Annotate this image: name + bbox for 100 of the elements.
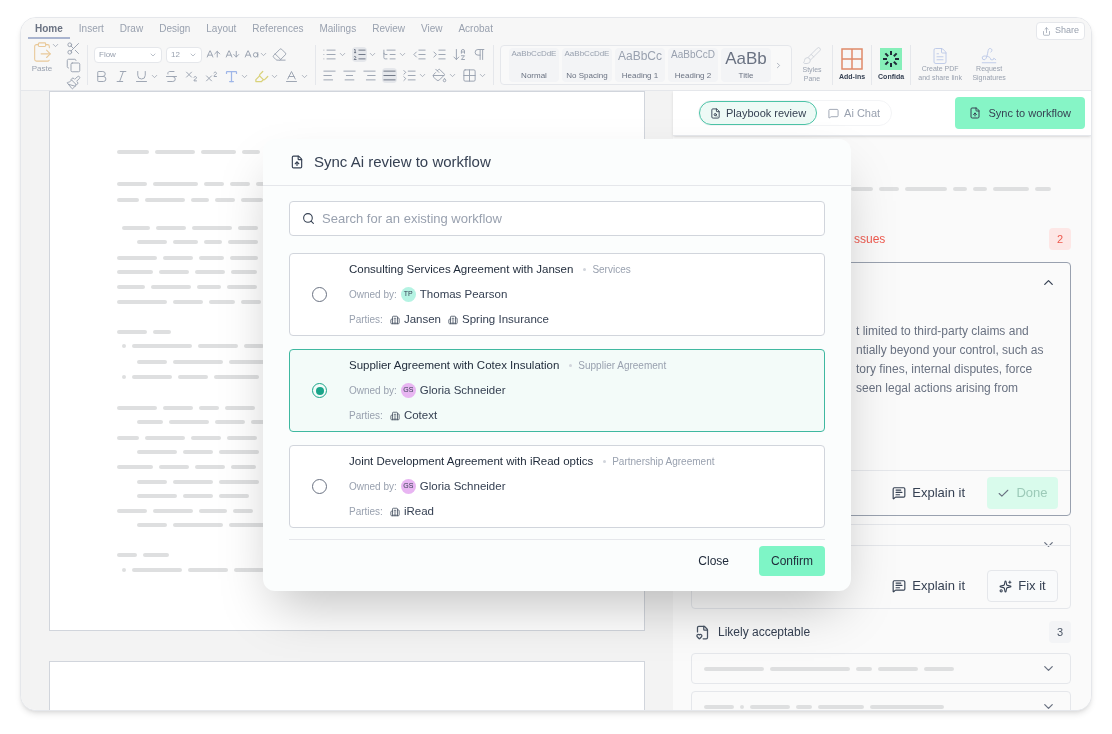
owner-name: Gloria Schneider (419, 478, 506, 494)
caret-icon[interactable] (338, 50, 347, 59)
workflow-type: Partnership Agreement (612, 454, 715, 469)
fix-button[interactable]: Fix it (987, 570, 1058, 602)
ribbon-tab[interactable]: References (245, 19, 311, 39)
document-search-icon (710, 107, 721, 119)
message-icon (892, 579, 907, 593)
justify-icon[interactable] (382, 68, 397, 83)
shading-icon[interactable] (432, 68, 447, 83)
explain-button[interactable]: Explain it (884, 570, 973, 602)
party-name: Jansen (403, 312, 441, 328)
parties-label: Parties: (349, 409, 383, 424)
ribbon-tab[interactable]: Design (152, 19, 198, 39)
italic-icon[interactable] (114, 68, 129, 84)
font-color-icon[interactable] (284, 68, 299, 84)
clipboard-icon (31, 40, 53, 63)
caret-icon[interactable] (448, 71, 457, 80)
issue-text-line: tory fines, internal disputes, force (856, 361, 1034, 378)
building-icon (389, 314, 400, 325)
panel-tab[interactable]: Ai Chat (817, 101, 892, 125)
explain-button[interactable]: Explain it (884, 477, 973, 509)
ribbon-tab[interactable]: Acrobat (451, 19, 500, 39)
font-size-select[interactable]: 12 (166, 46, 202, 63)
borders-icon[interactable] (462, 68, 477, 83)
font-select[interactable]: Flow (94, 46, 162, 63)
ribbon-tab[interactable]: Mailings (312, 19, 364, 39)
pilcrow-icon[interactable] (472, 47, 487, 62)
caret-icon[interactable] (398, 50, 407, 59)
parties-label: Parties: (349, 505, 383, 520)
copy-icon[interactable] (66, 57, 81, 73)
multilevel-list-icon[interactable] (382, 47, 397, 62)
issue-text-line: seen legal actions arising from (856, 380, 1020, 397)
caret-icon[interactable] (478, 71, 487, 80)
share-icon (1041, 26, 1051, 36)
issue-text-line: t limited to third-party claims and (856, 323, 1030, 340)
format-painter-icon[interactable] (66, 74, 81, 90)
style-option[interactable]: AaBbCcDdE No Spacing (562, 48, 612, 82)
building-icon (389, 506, 400, 517)
align-right-icon[interactable] (362, 68, 377, 83)
parties-label: Parties: (349, 313, 383, 328)
clear-format-icon[interactable] (272, 47, 287, 62)
numbering-icon[interactable] (352, 47, 367, 62)
file-upload-icon (290, 155, 304, 169)
cut-icon[interactable] (66, 40, 81, 56)
panel-tab[interactable]: Playbook review (699, 101, 818, 125)
ribbon-tab[interactable]: Insert (71, 19, 111, 39)
file-upload-icon (969, 107, 982, 119)
text-effects-icon[interactable] (224, 68, 239, 84)
issue-text-line: ntially beyond your control, such as (856, 342, 1045, 359)
superscript-icon[interactable] (204, 68, 219, 84)
owner-name: Thomas Pearson (419, 286, 508, 302)
strikethrough-icon[interactable] (164, 68, 179, 84)
party-name: Spring Insurance (462, 312, 549, 328)
close-button[interactable]: Close (684, 546, 743, 576)
share-button[interactable]: Share (1035, 22, 1085, 40)
sparkle-icon (999, 579, 1013, 593)
chat-icon (828, 107, 840, 119)
dialog-title: Sync Ai review to workflow (314, 151, 491, 172)
underline-icon[interactable] (134, 68, 149, 84)
style-option[interactable]: AaBbCcD Heading 2 (668, 48, 718, 82)
subscript-icon[interactable] (184, 68, 199, 84)
sync-to-workflow-button[interactable]: Sync to workflow (955, 97, 1085, 129)
highlighter-icon[interactable] (254, 68, 269, 84)
owner-name: Gloria Schneider (419, 382, 506, 398)
brush-icon (802, 46, 822, 67)
sort-icon[interactable] (452, 47, 467, 62)
caret-icon[interactable] (259, 50, 268, 59)
bullets-icon[interactable] (322, 47, 337, 62)
ribbon-tab[interactable]: Layout (199, 19, 244, 39)
confida-logo (880, 47, 903, 70)
more-styles-icon[interactable] (774, 60, 783, 70)
confirm-button[interactable]: Confirm (759, 546, 825, 576)
align-left-icon[interactable] (322, 68, 337, 83)
style-option[interactable]: AaBbCc Heading 1 (615, 48, 665, 82)
document-icon (931, 47, 950, 66)
search-icon (302, 212, 315, 225)
owner-label: Owned by: (349, 288, 397, 302)
workflow-title: Joint Development Agreement with iRead optics (349, 453, 594, 469)
section-title: Likely acceptable (718, 624, 811, 641)
party-name: iRead (403, 504, 434, 520)
section-title: ssues (854, 231, 886, 248)
owner-label: Owned by: (349, 480, 397, 494)
style-option[interactable]: AaBb Title (721, 48, 771, 82)
ribbon-tab[interactable]: Review (365, 19, 412, 39)
placeholder-line (117, 330, 171, 334)
ribbon-tab[interactable]: Draw (112, 19, 151, 39)
style-option[interactable]: AaBbCcDdE Normal (509, 48, 559, 82)
paste-button[interactable]: Paste (31, 40, 53, 75)
ribbon-tab[interactable]: View (413, 19, 450, 39)
line-spacing-icon[interactable] (402, 68, 417, 83)
align-center-icon[interactable] (342, 68, 357, 83)
document-heart-icon (695, 624, 710, 640)
ribbon-tab[interactable]: Home (28, 19, 70, 39)
decrease-indent-icon[interactable] (412, 47, 427, 62)
caret-icon[interactable] (368, 50, 377, 59)
increase-indent-icon[interactable] (432, 47, 447, 62)
bold-icon[interactable] (94, 68, 109, 84)
caret-icon[interactable] (418, 71, 427, 80)
message-icon (892, 486, 907, 500)
search-field[interactable]: Search for an existing workflow (289, 201, 825, 236)
